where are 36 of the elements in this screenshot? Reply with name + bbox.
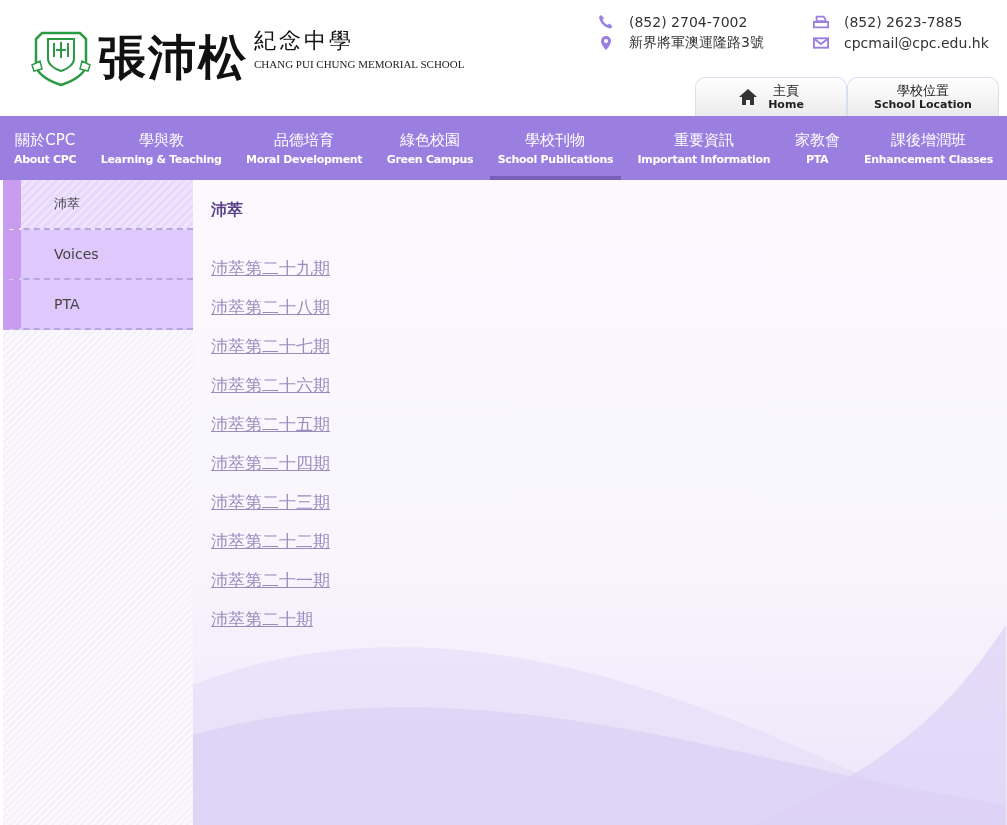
nav-tab[interactable]: 品德培育 Moral Development <box>238 116 371 180</box>
sidebar-item[interactable]: 沛萃 <box>3 180 193 230</box>
home-icon <box>738 88 759 106</box>
printer-icon <box>813 15 829 29</box>
issue-link[interactable]: 沛萃第二十九期 <box>211 255 330 281</box>
issue-link[interactable]: 沛萃第二十八期 <box>211 294 330 320</box>
sidebar-item[interactable]: Voices <box>3 230 193 280</box>
contact-text: (852) 2623-7885 <box>844 14 963 30</box>
quick-link-tab[interactable]: 學校位置 School Location <box>847 77 999 116</box>
nav-tab[interactable]: 綠色校園 Green Campus <box>378 116 482 180</box>
issue-link[interactable]: 沛萃第二十六期 <box>211 372 330 398</box>
school-emblem-icon <box>30 29 92 87</box>
nav-tab[interactable]: 學與教 Learning & Teaching <box>92 116 230 180</box>
location-pin-icon <box>600 35 612 51</box>
envelope-icon <box>813 37 829 49</box>
nav-tab[interactable]: 重要資訊 Important Information <box>629 116 779 180</box>
school-name-chinese: 張沛松 <box>98 28 248 87</box>
contact-text: 新界將軍澳運隆路3號 <box>629 34 764 52</box>
quick-link-tab[interactable]: 主頁 Home <box>695 77 847 116</box>
page-heading: 沛萃 <box>211 200 244 221</box>
nav-tab[interactable]: 家教會 PTA <box>786 116 848 180</box>
issue-link[interactable]: 沛萃第二十二期 <box>211 528 330 554</box>
phone-icon <box>598 14 614 30</box>
issue-link[interactable]: 沛萃第二十五期 <box>211 411 330 437</box>
school-name-suffix: 紀念中學 <box>254 27 355 55</box>
school-name-english: CHANG PUI CHUNG MEMORIAL SCHOOL <box>254 58 465 70</box>
nav-tab[interactable]: 課後增潤班 Enhancement Classes <box>856 116 1001 180</box>
issue-link[interactable]: 沛萃第二十一期 <box>211 567 330 593</box>
issue-link[interactable]: 沛萃第二十七期 <box>211 333 330 359</box>
contact-text: (852) 2704-7002 <box>629 14 748 30</box>
sidebar-item[interactable]: PTA <box>3 280 193 330</box>
contact-text: cpcmail@cpc.edu.hk <box>844 35 989 51</box>
nav-tab[interactable]: 關於CPC About CPC <box>6 116 85 180</box>
issue-link[interactable]: 沛萃第二十三期 <box>211 489 330 515</box>
issue-link[interactable]: 沛萃第二十期 <box>211 606 313 632</box>
issue-link[interactable]: 沛萃第二十四期 <box>211 450 330 476</box>
